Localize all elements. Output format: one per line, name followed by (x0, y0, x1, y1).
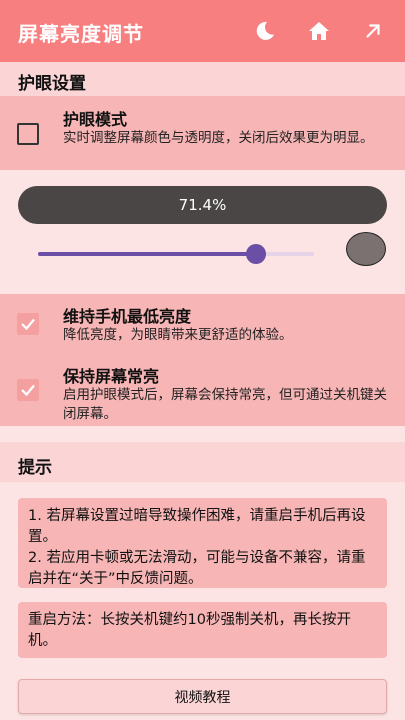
tip-card-troubleshoot: 1. 若屏幕设置过暗导致操作困难，请重启手机后再设置。 2. 若应用卡顿或无法滑… (18, 498, 387, 588)
min-brightness-checkbox[interactable] (17, 313, 39, 335)
min-brightness-desc: 降低亮度，为眼睛带来更舒适的体验。 (63, 327, 293, 343)
spacer (0, 426, 405, 442)
min-brightness-row[interactable]: 维持手机最低亮度 降低亮度，为眼睛带来更舒适的体验。 (0, 294, 405, 354)
eye-protection-section-title: 护眼设置 (18, 74, 86, 94)
eye-mode-checkbox[interactable] (17, 123, 39, 145)
keep-screen-on-desc: 启用护眼模式后，屏幕会保持常亮，但可通过关机键关闭屏幕。 (63, 387, 387, 422)
keep-screen-on-row[interactable]: 保持屏幕常亮 启用护眼模式后，屏幕会保持常亮，但可通过关机键关闭屏幕。 (0, 354, 405, 426)
eye-mode-desc: 实时调整屏幕颜色与透明度，关闭后效果更为明显。 (63, 130, 374, 146)
check-icon (21, 318, 35, 331)
arrow-up-right-icon[interactable] (360, 18, 386, 44)
min-brightness-title: 维持手机最低亮度 (63, 307, 192, 326)
eye-mode-row[interactable]: 护眼模式 实时调整屏幕颜色与透明度，关闭后效果更为明显。 (0, 96, 405, 170)
eye-protection-section-header: 护眼设置 (0, 62, 405, 96)
slider-fill (38, 252, 257, 256)
moon-icon[interactable] (252, 18, 278, 44)
slider-thumb[interactable] (246, 244, 267, 264)
home-icon[interactable] (306, 18, 332, 44)
brightness-value-display: 71.4% (18, 186, 387, 224)
brightness-slider[interactable] (38, 244, 314, 264)
app-title: 屏幕亮度调节 (18, 22, 144, 46)
app-bar: 屏幕亮度调节 (0, 0, 405, 62)
tips-section-header: 提示 (0, 442, 405, 482)
keep-screen-on-title: 保持屏幕常亮 (63, 367, 160, 386)
video-tutorial-button[interactable]: 视频教程 (18, 679, 387, 714)
check-icon (21, 384, 35, 397)
eye-mode-title: 护眼模式 (63, 110, 128, 129)
tip-card-restart: 重启方法：长按关机键约10秒强制关机，再长按开机。 (18, 602, 387, 658)
keep-screen-on-checkbox[interactable] (17, 379, 39, 401)
color-picker-swatch[interactable] (346, 232, 386, 266)
tips-section-title: 提示 (18, 458, 52, 478)
